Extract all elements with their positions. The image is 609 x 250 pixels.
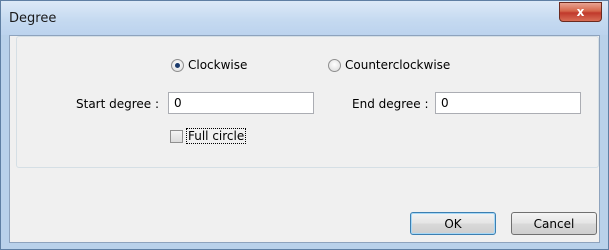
radio-clockwise[interactable]	[171, 58, 184, 72]
radio-counterclockwise-row[interactable]: Counterclockwise	[328, 58, 450, 72]
end-degree-label: End degree :	[352, 97, 429, 111]
start-degree-label: Start degree :	[76, 97, 160, 111]
full-circle-label[interactable]: Full circle	[186, 128, 247, 144]
full-circle-row[interactable]: Full circle	[170, 128, 247, 144]
radio-clockwise-label[interactable]: Clockwise	[188, 58, 247, 72]
close-icon: x	[576, 5, 585, 19]
radio-clockwise-row[interactable]: Clockwise	[171, 58, 247, 72]
start-degree-input[interactable]	[168, 92, 314, 114]
close-button[interactable]: x	[559, 2, 602, 22]
cancel-button[interactable]: Cancel	[511, 212, 597, 235]
degree-dialog: Degree x Clockwise Counterclockwise Star…	[0, 0, 609, 250]
full-circle-checkbox[interactable]	[170, 129, 183, 143]
radio-counterclockwise-label[interactable]: Counterclockwise	[345, 58, 450, 72]
radio-counterclockwise[interactable]	[328, 58, 341, 72]
end-degree-input[interactable]	[435, 92, 581, 114]
dialog-title: Degree	[9, 11, 57, 26]
title-bar[interactable]: Degree x	[1, 1, 608, 35]
ok-button[interactable]: OK	[410, 212, 496, 235]
options-group: Clockwise Counterclockwise Start degree …	[16, 36, 599, 168]
